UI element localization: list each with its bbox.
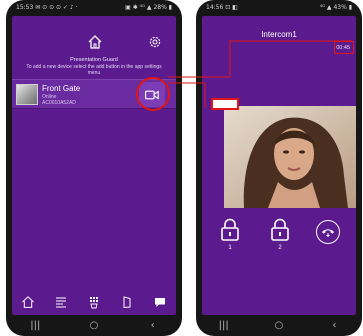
tab-log[interactable] bbox=[52, 294, 70, 310]
home-icon[interactable] bbox=[87, 34, 103, 50]
settings-icon[interactable] bbox=[148, 35, 162, 49]
timer-highlight-box bbox=[334, 41, 354, 54]
door-1-unlock-button[interactable] bbox=[219, 218, 241, 248]
nav-back[interactable]: ‹ bbox=[143, 320, 163, 331]
log-icon bbox=[56, 297, 67, 308]
home-tab-icon bbox=[22, 296, 35, 308]
padlock-icon bbox=[271, 218, 289, 241]
device-name: Front Gate bbox=[42, 84, 81, 93]
tab-keypad[interactable] bbox=[85, 294, 103, 310]
tab-unlock[interactable] bbox=[118, 294, 136, 310]
hang-up-button[interactable] bbox=[316, 220, 340, 244]
video-feed bbox=[224, 106, 356, 208]
android-nav-bar: ||| ○ ‹ bbox=[6, 318, 182, 332]
door-icon bbox=[123, 296, 131, 309]
door-2-unlock-button[interactable] bbox=[269, 218, 291, 248]
left-highlight-box bbox=[211, 98, 239, 110]
nav-home[interactable]: ○ bbox=[269, 320, 289, 331]
home-screen: Presentation Guard To add a new device s… bbox=[12, 16, 176, 315]
nav-home[interactable]: ○ bbox=[84, 320, 104, 331]
door-2-label: 2 bbox=[278, 245, 282, 251]
status-right: ▣ ✱ ⁴ᴳ ▲ 28% ▮ bbox=[125, 4, 172, 11]
device-id: AC0010A52AD bbox=[42, 100, 76, 106]
phone-hangup-icon bbox=[322, 229, 334, 237]
highlight-circle bbox=[136, 77, 170, 111]
status-left: 15:53 ✉ ⊙ ⊙ ⊙ ✓ ♪ · bbox=[16, 4, 78, 11]
padlock-icon bbox=[221, 218, 239, 241]
tab-home[interactable] bbox=[19, 294, 37, 310]
bottom-tab-bar bbox=[12, 293, 176, 311]
call-title: Intercom1 bbox=[261, 30, 297, 39]
nav-back[interactable]: ‹ bbox=[324, 320, 344, 331]
guard-title: Presentation Guard bbox=[70, 57, 118, 63]
status-left: 14:56 ⊡ ◧ bbox=[206, 4, 238, 11]
tab-messages[interactable] bbox=[151, 294, 169, 310]
guard-instructions: To add a new device select the add butto… bbox=[26, 64, 162, 76]
left-phone: 15:53 ✉ ⊙ ⊙ ⊙ ✓ ♪ · ▣ ✱ ⁴ᴳ ▲ 28% ▮ Prese… bbox=[6, 0, 182, 336]
android-nav-bar: ||| ○ ‹ bbox=[196, 318, 362, 332]
call-screen: Intercom1 00:45 1 2 bbox=[202, 16, 356, 315]
message-icon bbox=[154, 298, 165, 307]
keypad-icon bbox=[89, 297, 98, 309]
nav-recents[interactable]: ||| bbox=[214, 320, 234, 331]
nav-recents[interactable]: ||| bbox=[25, 320, 45, 331]
door-1-label: 1 bbox=[228, 245, 232, 251]
device-thumbnail bbox=[16, 84, 38, 105]
status-bar: 15:53 ✉ ⊙ ⊙ ⊙ ✓ ♪ · ▣ ✱ ⁴ᴳ ▲ 28% ▮ bbox=[16, 2, 172, 14]
status-right: ⁴ᴳ ▲ 43% ▮ bbox=[319, 4, 352, 11]
status-bar: 14:56 ⊡ ◧ ⁴ᴳ ▲ 43% ▮ bbox=[206, 2, 352, 14]
visitor-image bbox=[224, 106, 356, 208]
right-phone: 14:56 ⊡ ◧ ⁴ᴳ ▲ 43% ▮ Intercom1 00:45 1 2… bbox=[196, 0, 362, 336]
